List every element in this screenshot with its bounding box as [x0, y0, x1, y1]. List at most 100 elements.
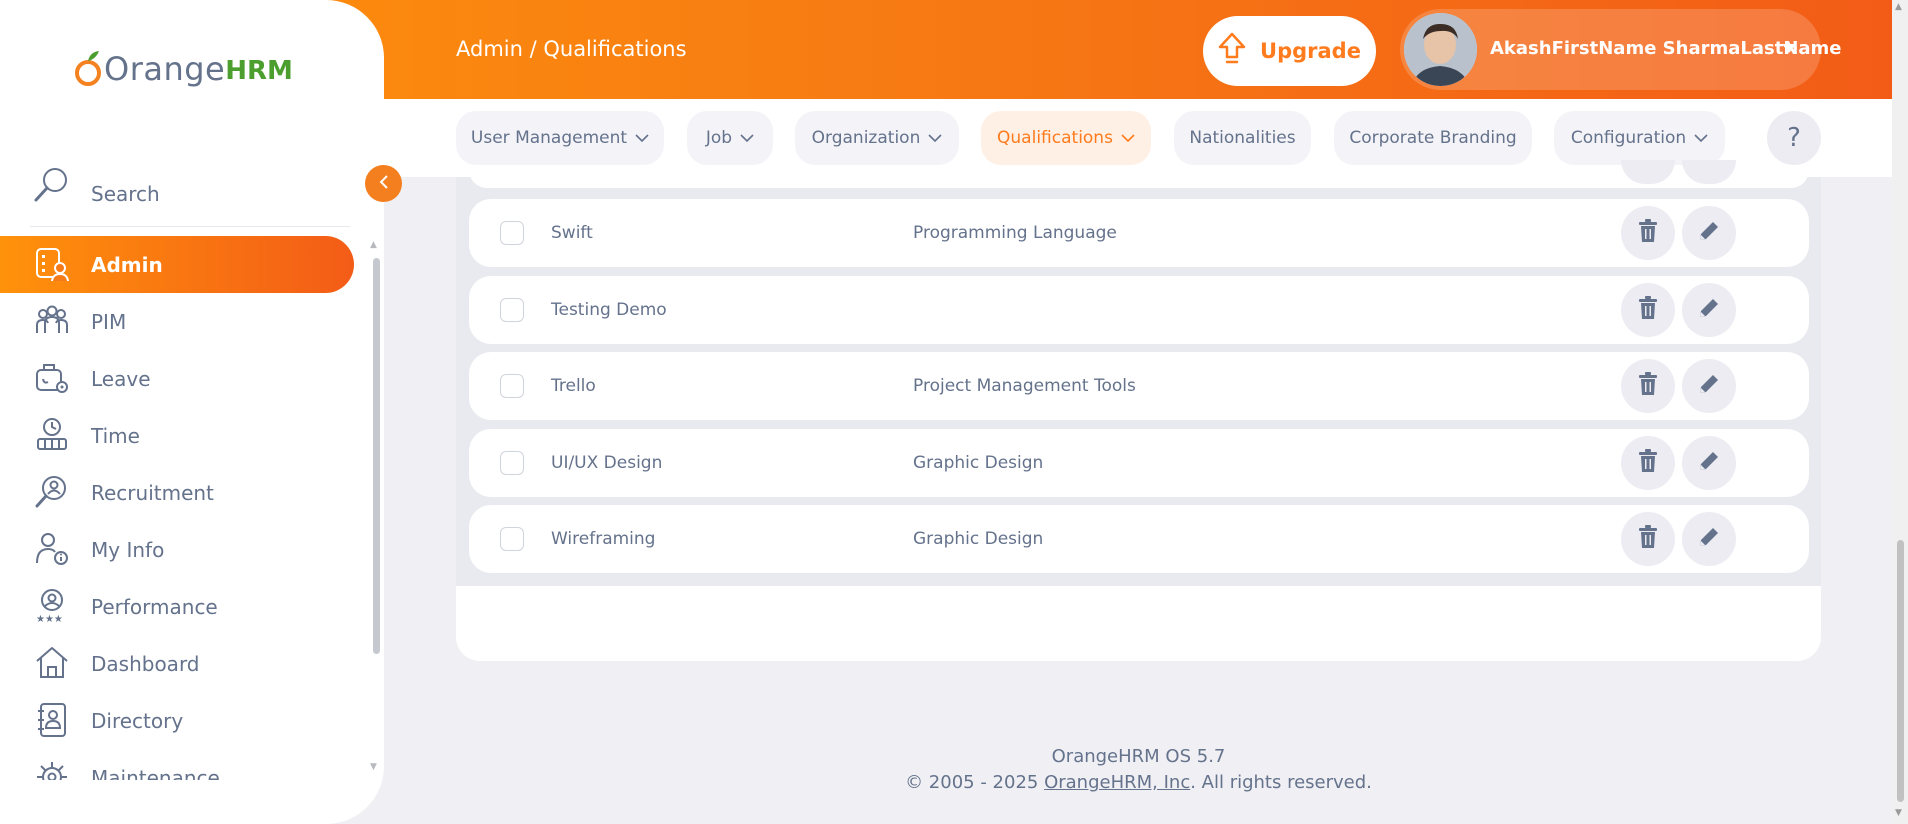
row-description: Programming Language	[913, 223, 1117, 243]
trash-icon	[1638, 449, 1658, 477]
row-name: Trello	[551, 376, 596, 396]
sidebar-menu: Admin PIM Leave Time Recruitment My Info…	[0, 236, 370, 780]
sidebar-item-performance[interactable]: ★★★ Performance	[0, 578, 354, 635]
table-row: Swift Programming Language	[469, 199, 1809, 267]
time-icon	[34, 417, 70, 453]
pencil-icon	[1697, 372, 1721, 400]
edit-button[interactable]	[1682, 206, 1736, 260]
row-checkbox[interactable]	[500, 221, 524, 245]
sidebar-item-admin[interactable]: Admin	[0, 236, 354, 293]
row-checkbox[interactable]	[500, 374, 524, 398]
sidebar-item-time[interactable]: Time	[0, 407, 354, 464]
row-description: Graphic Design	[913, 453, 1044, 473]
pencil-icon	[1697, 296, 1721, 324]
breadcrumb: Admin / Qualifications	[456, 37, 687, 61]
table-row-partial	[469, 170, 1809, 188]
sidebar-item-pim[interactable]: PIM	[0, 293, 354, 350]
trash-icon	[1638, 525, 1658, 553]
chevron-down-icon	[740, 128, 754, 148]
delete-button[interactable]	[1621, 436, 1675, 490]
orange-logo-icon	[75, 51, 101, 86]
edit-button[interactable]	[1682, 512, 1736, 566]
tab-qualifications[interactable]: Qualifications	[981, 111, 1151, 165]
row-description: Graphic Design	[913, 529, 1044, 549]
upgrade-arrow-icon	[1218, 32, 1246, 71]
chevron-down-icon	[928, 128, 942, 148]
leave-icon	[34, 360, 70, 396]
upgrade-button[interactable]: Upgrade	[1203, 16, 1376, 86]
table-row: Testing Demo	[469, 276, 1809, 344]
row-checkbox[interactable]	[500, 451, 524, 475]
performance-icon: ★★★	[34, 588, 70, 625]
row-name: UI/UX Design	[551, 453, 663, 473]
sidebar-item-my-info[interactable]: My Info	[0, 521, 354, 578]
sidebar-item-directory[interactable]: Directory	[0, 692, 354, 749]
sidebar-item-leave[interactable]: Leave	[0, 350, 354, 407]
scroll-up-arrow-icon[interactable]: ▲	[1895, 2, 1902, 12]
maintenance-icon	[34, 759, 70, 780]
row-name: Swift	[551, 223, 593, 243]
caret-down-icon[interactable]	[1782, 44, 1796, 53]
edit-button[interactable]	[1682, 436, 1736, 490]
delete-button[interactable]	[1621, 512, 1675, 566]
delete-button[interactable]	[1621, 283, 1675, 337]
directory-icon	[34, 702, 70, 738]
delete-button[interactable]	[1621, 206, 1675, 260]
sidebar-search[interactable]: Search	[30, 160, 360, 222]
scroll-up-arrow-icon[interactable]: ▲	[370, 240, 377, 250]
pencil-icon	[1697, 525, 1721, 553]
divider	[30, 226, 350, 227]
my-info-icon	[34, 531, 70, 567]
logo[interactable]: Orange HRM	[74, 48, 293, 88]
trash-icon	[1638, 372, 1658, 400]
edit-button[interactable]	[1682, 359, 1736, 413]
logo-text: Orange	[104, 50, 226, 88]
sidebar-item-dashboard[interactable]: Dashboard	[0, 635, 354, 692]
table-row: Wireframing Graphic Design	[469, 505, 1809, 573]
recruitment-icon	[34, 474, 70, 510]
row-name: Wireframing	[551, 529, 656, 549]
trash-icon	[1638, 219, 1658, 247]
search-icon	[33, 166, 69, 208]
dashboard-icon	[34, 645, 70, 681]
footer-version: OrangeHRM OS 5.7	[1051, 746, 1226, 767]
tab-user-management[interactable]: User Management	[456, 111, 664, 165]
trash-icon	[1638, 296, 1658, 324]
upgrade-label: Upgrade	[1260, 39, 1361, 63]
tab-job[interactable]: Job	[687, 111, 773, 165]
tab-nationalities[interactable]: Nationalities	[1174, 111, 1311, 165]
logo-hrm-text: HRM	[225, 56, 293, 86]
tab-corporate-branding[interactable]: Corporate Branding	[1334, 111, 1532, 165]
footer-copyright: © 2005 - 2025 OrangeHRM, Inc. All rights…	[905, 772, 1372, 793]
pim-icon	[34, 303, 70, 339]
help-button[interactable]: ?	[1767, 111, 1821, 165]
edit-button[interactable]	[1682, 283, 1736, 337]
chevron-down-icon	[635, 128, 649, 148]
row-description: Project Management Tools	[913, 376, 1136, 396]
table-row: UI/UX Design Graphic Design	[469, 429, 1809, 497]
chevron-down-icon	[1121, 128, 1135, 148]
pencil-icon	[1697, 449, 1721, 477]
admin-icon	[34, 246, 70, 282]
sidebar-item-recruitment[interactable]: Recruitment	[0, 464, 354, 521]
pencil-icon	[1697, 219, 1721, 247]
avatar[interactable]	[1404, 13, 1477, 86]
tab-configuration[interactable]: Configuration	[1554, 111, 1725, 165]
table-row: Trello Project Management Tools	[469, 352, 1809, 420]
row-checkbox[interactable]	[500, 527, 524, 551]
sidebar-scrollbar-thumb[interactable]	[373, 258, 380, 654]
tab-organization[interactable]: Organization	[795, 111, 959, 165]
svg-text:★★★: ★★★	[36, 614, 63, 624]
delete-button[interactable]	[1621, 359, 1675, 413]
chevron-left-icon	[378, 174, 390, 193]
chevron-down-icon	[1694, 128, 1708, 148]
row-checkbox[interactable]	[500, 298, 524, 322]
collapse-sidebar-button[interactable]	[365, 165, 402, 202]
sidebar-item-maintenance[interactable]: Maintenance	[0, 749, 354, 780]
scroll-down-arrow-icon[interactable]: ▼	[370, 762, 377, 772]
scroll-down-arrow-icon[interactable]: ▼	[1895, 808, 1902, 818]
company-link[interactable]: OrangeHRM, Inc	[1044, 772, 1190, 793]
page-scrollbar-thumb[interactable]	[1897, 540, 1904, 802]
row-name: Testing Demo	[551, 300, 667, 320]
table-card-footer	[456, 586, 1821, 661]
